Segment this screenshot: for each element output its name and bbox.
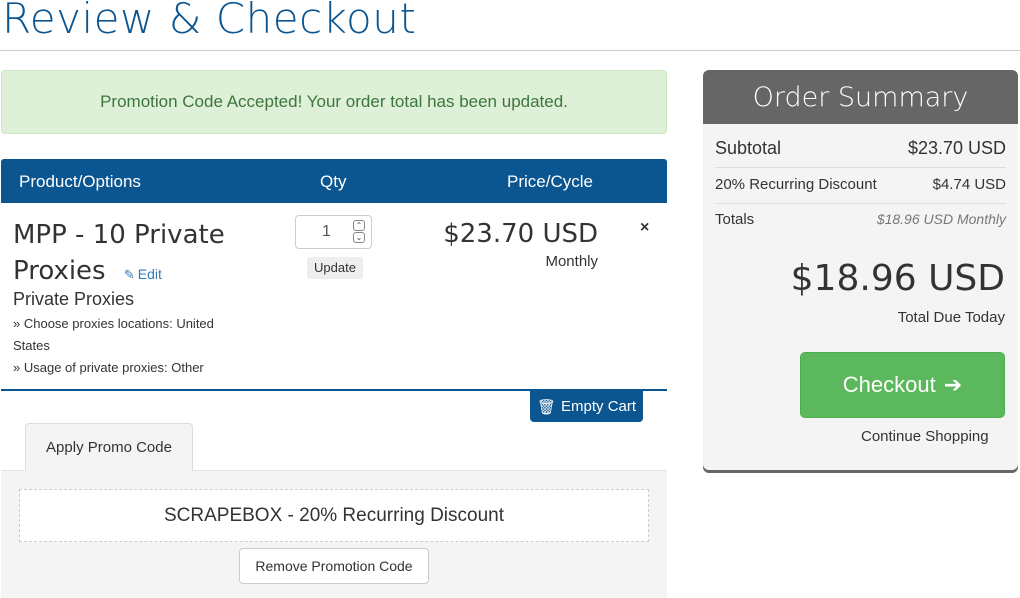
product-name-text: MPP - 10 Private Proxies [13, 220, 225, 286]
totals-label: Totals [715, 211, 755, 228]
promo-success-alert: Promotion Code Accepted! Your order tota… [1, 70, 667, 134]
order-summary-title: Order Summary [703, 70, 1018, 124]
empty-cart-label: Empty Cart [561, 398, 637, 415]
product-group: Private Proxies [13, 289, 135, 309]
alert-message: Promotion Code Accepted! Your order tota… [100, 92, 568, 111]
order-summary-panel: Order Summary Subtotal $23.70 USD 20% Re… [703, 70, 1018, 470]
subtotal-value: $23.70 USD [907, 138, 1006, 158]
quantity-input[interactable]: 1 ⌃ ⌄ [295, 215, 372, 249]
total-due-amount: $18.96 USD [790, 258, 1005, 299]
discount-row: 20% Recurring Discount $4.74 USD [715, 176, 1006, 204]
chevron-down-icon[interactable]: ⌄ [353, 232, 365, 243]
empty-cart-button[interactable]: 🗑 Empty Cart [530, 391, 643, 422]
cart-table-header: Product/Options Qty Price/Cycle [1, 159, 667, 203]
item-price: $23.70 USD [443, 219, 598, 249]
billing-cycle: Monthly [545, 253, 598, 270]
subtotal-label: Subtotal [715, 138, 782, 158]
page-title: Review & Checkout [2, 0, 417, 43]
totals-value: $18.96 USD Monthly [876, 211, 1006, 227]
edit-label: Edit [137, 266, 162, 282]
title-divider [0, 50, 1020, 51]
tab-label: Apply Promo Code [46, 439, 172, 456]
product-option: » Choose proxies locations: United State… [13, 316, 214, 353]
header-qty: Qty [320, 172, 347, 191]
header-product: Product/Options [19, 172, 141, 191]
arrow-right-icon: ➔ [943, 372, 963, 397]
checkout-label: Checkout [842, 372, 936, 397]
cart-item-row: MPP - 10 Private Proxies ✎ Edit Private P… [1, 203, 667, 391]
checkout-button[interactable]: Checkout ➔ [800, 352, 1005, 418]
header-price: Price/Cycle [507, 172, 593, 191]
subtotal-row: Subtotal $23.70 USD [715, 138, 1006, 168]
update-quantity-button[interactable]: Update [307, 257, 363, 279]
product-option: » Usage of private proxies: Other [13, 360, 204, 375]
remove-item-icon[interactable]: × [640, 219, 649, 237]
pencil-icon: ✎ [123, 267, 135, 282]
product-name: MPP - 10 Private Proxies ✎ Edit [13, 217, 243, 293]
trash-icon: 🗑 [536, 398, 557, 416]
chevron-up-icon[interactable]: ⌃ [353, 220, 365, 231]
edit-product-link[interactable]: ✎ Edit [124, 266, 162, 282]
discount-label: 20% Recurring Discount [715, 176, 877, 193]
promo-code-text: SCRAPEBOX - 20% Recurring Discount [163, 504, 504, 526]
total-due-label: Total Due Today [897, 309, 1005, 326]
quantity-value: 1 [322, 223, 331, 240]
continue-shopping-link[interactable]: Continue Shopping [861, 428, 989, 445]
applied-promo-code: SCRAPEBOX - 20% Recurring Discount [19, 489, 649, 542]
discount-value: $4.74 USD [932, 176, 1006, 193]
remove-promotion-button[interactable]: Remove Promotion Code [239, 548, 429, 584]
tab-apply-promo-code[interactable]: Apply Promo Code [25, 423, 193, 471]
totals-row: Totals $18.96 USD Monthly [715, 211, 1006, 237]
